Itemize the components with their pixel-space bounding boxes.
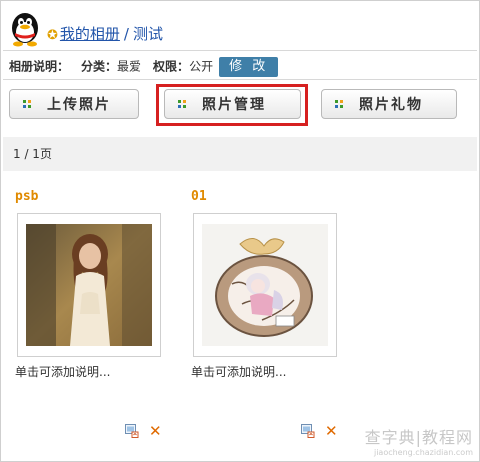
grid-icon xyxy=(335,100,343,108)
category-label: 分类： xyxy=(81,59,118,74)
breadcrumb: ✪ 我的相册 / 测试 xyxy=(47,23,163,44)
upload-photo-label: 上传照片 xyxy=(47,97,111,113)
upload-photo-button[interactable]: 上传照片 xyxy=(9,89,139,119)
album-meta: 相册说明： 分类：最爱 权限：公开修 改 xyxy=(9,57,279,77)
photo-description[interactable]: 单击可添加说明... xyxy=(15,363,110,380)
star-icon: ✪ xyxy=(47,28,58,43)
page-indicator: 1 / 1页 xyxy=(13,147,52,161)
divider xyxy=(3,50,477,51)
album-page: ✪ 我的相册 / 测试 相册说明： 分类：最爱 权限：公开修 改 上传照片 照片管理 照片… xyxy=(0,0,480,462)
photo-description[interactable]: 单击可添加说明... xyxy=(191,363,286,380)
image-edit-icon[interactable] xyxy=(301,424,315,438)
edit-button[interactable]: 修 改 xyxy=(219,57,279,77)
photo-gift-button[interactable]: 照片礼物 xyxy=(321,89,457,119)
photo-title[interactable]: psb xyxy=(15,189,38,204)
photo-thumbnail[interactable] xyxy=(193,213,337,357)
breadcrumb-separator: / xyxy=(123,25,129,43)
photo-thumbnail[interactable] xyxy=(17,213,161,357)
album-desc-label: 相册说明： xyxy=(9,59,70,74)
qq-penguin-avatar-icon xyxy=(12,13,38,47)
current-album-name: 测试 xyxy=(132,25,163,43)
photo-gift-label: 照片礼物 xyxy=(359,97,423,113)
pager: 1 / 1页 xyxy=(3,137,477,171)
highlight-box xyxy=(156,84,308,126)
girl-photo-image xyxy=(26,224,152,346)
category-value: 最爱 xyxy=(117,59,142,74)
watermark-url: jiaocheng.chazidian.com xyxy=(373,448,473,457)
permission-label: 权限： xyxy=(153,59,190,74)
watermark: 查字典|教程网 jiaocheng.chazidian.com xyxy=(365,424,473,457)
image-edit-icon[interactable] xyxy=(125,424,139,438)
divider xyxy=(3,79,477,80)
delete-icon[interactable]: ✕ xyxy=(325,424,338,439)
photo-actions: ✕ xyxy=(125,424,162,439)
photo-title[interactable]: 01 xyxy=(191,189,207,204)
watermark-title: 查字典|教程网 xyxy=(364,428,473,447)
permission-value: 公开 xyxy=(189,59,214,74)
my-album-link[interactable]: 我的相册 xyxy=(60,25,120,43)
grid-icon xyxy=(23,100,31,108)
photo-actions: ✕ xyxy=(301,424,338,439)
delete-icon[interactable]: ✕ xyxy=(149,424,162,439)
doll-basket-image xyxy=(202,224,328,346)
